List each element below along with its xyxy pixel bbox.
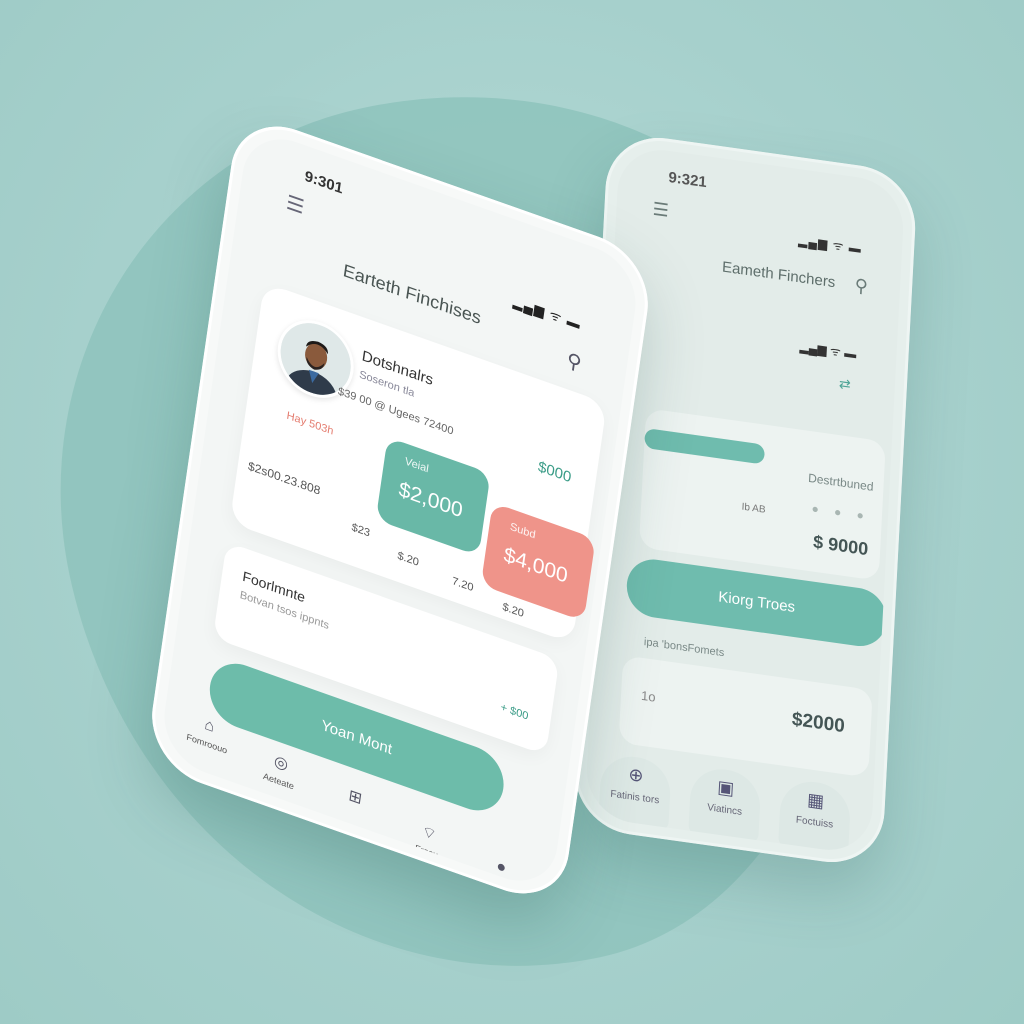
nav-label: Viatincs [706, 802, 743, 818]
search-icon[interactable]: ⚲ [854, 275, 868, 298]
app-title: Eameth Finchers [721, 258, 836, 292]
calendar-icon: ▦ [806, 789, 825, 812]
balance-tile-red[interactable]: Subd $4,000 [480, 502, 596, 622]
nav-label: Fatinis tors [610, 788, 660, 807]
status-label: Destrtbuned [807, 470, 874, 494]
back-phone-screen: 9:321 ☰ ▂▄▆ ᯤ ▬ Eameth Finchers ⚲ ▂▄▆ ᯤ … [584, 144, 906, 856]
amount-card-value: $2000 [791, 708, 846, 738]
nav-tab-calendar[interactable]: ▦ Foctuiss [778, 777, 852, 856]
front-phone-screen: 9:301 ☰ ▂▄▆ ᯤ ▬ Earteth Finchises ⚲ Dots… [158, 125, 642, 895]
range-label: $2s00.23.808 [247, 458, 322, 498]
amount-card-label: 1o [640, 687, 657, 705]
tile-label: Veial [404, 455, 430, 476]
tile-label: Subd [509, 520, 537, 542]
balance-tile-green[interactable]: Veial $2,000 [375, 436, 491, 556]
alert-label: Hay 503h [285, 409, 335, 438]
status-time: 9:321 [667, 168, 708, 192]
signal-icons-secondary: ▂▄▆ ᯤ ▬ [799, 339, 857, 362]
tick-label: $.20 [396, 549, 420, 569]
signal-icons: ▂▄▆ ᯤ ▬ [797, 233, 863, 256]
status-time: 9:301 [303, 167, 344, 198]
profile-amount: $000 [536, 458, 573, 487]
progress-bar [644, 427, 766, 465]
tile-value: $4,000 [502, 543, 570, 588]
pager-dots: ● ● ● [811, 501, 871, 524]
menu-icon[interactable]: ☰ [652, 199, 669, 222]
tick-label: 7.20 [451, 575, 475, 595]
small-text: Ib AB [741, 501, 766, 516]
globe-icon: ⊕ [627, 764, 645, 787]
filter-icon[interactable]: ⇄ [838, 375, 852, 394]
back-phone: 9:321 ☰ ▂▄▆ ᯤ ▬ Eameth Finchers ⚲ ▂▄▆ ᯤ … [571, 130, 919, 870]
summary-card[interactable]: Destrtbuned ● ● ● Ib AB $ 9000 [638, 408, 886, 581]
signal-icons: ▂▄▆ ᯤ ▬ [512, 293, 582, 333]
stage: 9:321 ☰ ▂▄▆ ᯤ ▬ Eameth Finchers ⚲ ▂▄▆ ᯤ … [0, 0, 1024, 1024]
nav-tab-box[interactable]: ▣ Viatincs [688, 764, 762, 845]
info-card-amount: + $00 [499, 701, 530, 723]
tick-label: $.20 [501, 601, 525, 621]
card-amount: $ 9000 [812, 531, 869, 560]
search-icon[interactable]: ⚲ [565, 347, 583, 376]
menu-icon[interactable]: ☰ [285, 190, 306, 220]
nav-label: Foctuiss [795, 814, 834, 831]
nav-tab-globe[interactable]: ⊕ Fatinis tors [598, 752, 672, 832]
plus-square-icon: ⊞ [347, 787, 364, 809]
box-icon: ▣ [716, 776, 735, 799]
section-label: ipa 'bonsFomets [643, 636, 725, 660]
tick-label: $23 [350, 521, 371, 540]
tile-value: $2,000 [397, 477, 465, 523]
